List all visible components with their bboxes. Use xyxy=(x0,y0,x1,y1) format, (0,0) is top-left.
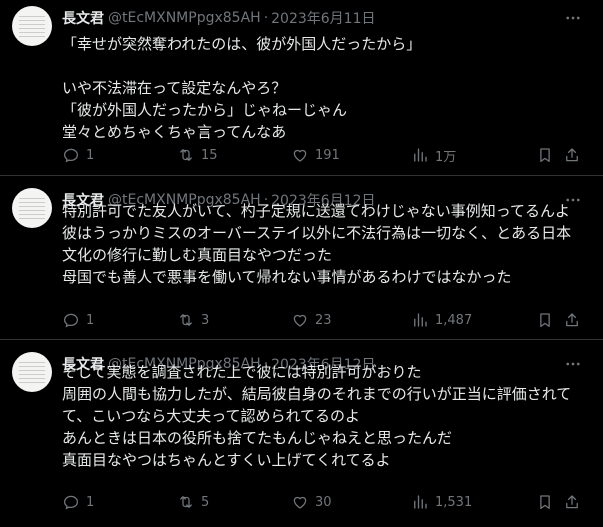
avatar-image xyxy=(19,197,45,219)
tweet-text-line: 堂々とめちゃくちゃ言ってんなあ xyxy=(62,123,287,141)
retweet-count: 15 xyxy=(201,147,218,163)
avatar[interactable] xyxy=(12,188,52,228)
reply-button[interactable]: 1 xyxy=(62,145,94,165)
reply-icon xyxy=(63,313,79,328)
like-count: 191 xyxy=(315,147,340,163)
tweet-text: そして実態を調査された上で彼には特別許可がおりた 周囲の人間も協力したが、結局彼… xyxy=(62,361,592,471)
reply-count: 1 xyxy=(86,147,95,163)
like-count: 30 xyxy=(315,494,332,510)
tweet-text-line: て、こいつなら大丈夫って認められてるのよ xyxy=(62,407,361,425)
view-count: 1,487 xyxy=(435,312,473,328)
bookmark-icon xyxy=(540,313,550,328)
retweet-button[interactable]: 3 xyxy=(177,310,209,330)
tweet-text-line: 周囲の人間も協力したが、結局彼自身のそれまでの行いが正当に評価されて xyxy=(62,385,572,403)
reply-icon xyxy=(63,495,79,510)
reply-count: 1 xyxy=(86,494,95,510)
bookmark-icon xyxy=(540,148,550,163)
tweet[interactable]: 長文君 @tEcMXNMPpgx85AH · 2023年6月12日 そして実態を… xyxy=(0,340,603,527)
like-count: 23 xyxy=(315,312,332,328)
views-button[interactable]: 1,487 xyxy=(411,310,472,330)
bookmark-button[interactable] xyxy=(536,492,554,512)
tweet-text-line: 「幸せが突然奪われたのは、彼が外国人だったから」 xyxy=(62,35,422,53)
share-icon xyxy=(566,495,578,509)
reply-icon xyxy=(63,148,79,163)
views-button[interactable]: 1万 xyxy=(411,145,456,165)
retweet-button[interactable]: 5 xyxy=(177,492,209,512)
retweet-count: 3 xyxy=(201,312,210,328)
tweet-text-line: 彼はうっかりミスのオーバーステイ以外に不法行為は一切なく、とある日本 xyxy=(62,224,572,242)
bookmark-button[interactable] xyxy=(536,145,554,165)
avatar-image xyxy=(19,15,45,37)
retweet-button[interactable]: 15 xyxy=(177,145,218,165)
tweet[interactable]: 長文君 @tEcMXNMPpgx85AH · 2023年6月12日 特別許可でた… xyxy=(0,176,603,340)
heart-icon xyxy=(293,314,307,327)
share-button[interactable] xyxy=(563,310,581,330)
share-button[interactable] xyxy=(563,145,581,165)
reply-button[interactable]: 1 xyxy=(62,492,94,512)
share-button[interactable] xyxy=(563,492,581,512)
tweet-text: 特別許可でた友人がいて、杓子定規に送還てわけじゃない事例知ってるんよ 彼はうっか… xyxy=(62,200,592,288)
tweet-text-line: 真面目なやつはちゃんとすくい上げてくれてるよ xyxy=(62,451,391,469)
separator-dot: · xyxy=(263,10,269,26)
tweet-date[interactable]: 2023年6月11日 xyxy=(271,8,375,28)
views-chart-icon xyxy=(414,495,427,509)
views-chart-icon xyxy=(414,148,427,162)
tweet-header: 長文君 @tEcMXNMPpgx85AH · 2023年6月11日 xyxy=(62,8,376,28)
timeline: 長文君 @tEcMXNMPpgx85AH · 2023年6月11日 「幸せが突然… xyxy=(0,0,603,527)
tweet-text: 「幸せが突然奪われたのは、彼が外国人だったから」 いや不法滞在って設定なんやろ？… xyxy=(62,33,592,143)
retweet-icon xyxy=(180,496,192,508)
more-horizontal-icon xyxy=(566,16,580,20)
reply-count: 1 xyxy=(86,312,95,328)
like-button[interactable]: 23 xyxy=(291,310,332,330)
more-options-button[interactable] xyxy=(563,8,583,28)
tweet-text-line: 特別許可でた友人がいて、杓子定規に送還てわけじゃない事例知ってるんよ xyxy=(62,202,571,220)
tweet-text-line: 母国でも善人で悪事を働いて帰れない事情があるわけではなかった xyxy=(62,268,512,286)
reply-button[interactable]: 1 xyxy=(62,310,94,330)
retweet-icon xyxy=(180,149,192,161)
author-name[interactable]: 長文君 xyxy=(62,8,104,28)
share-icon xyxy=(566,313,578,327)
heart-icon xyxy=(293,149,307,162)
bookmark-button[interactable] xyxy=(536,310,554,330)
avatar[interactable] xyxy=(12,352,52,392)
views-chart-icon xyxy=(414,313,427,327)
tweet-actions: 1 5 30 1,531 xyxy=(62,492,590,512)
view-count: 1,531 xyxy=(435,494,473,510)
avatar[interactable] xyxy=(12,6,52,46)
share-icon xyxy=(566,148,578,162)
tweet-actions: 1 15 191 1万 xyxy=(62,145,590,165)
author-handle[interactable]: @tEcMXNMPpgx85AH xyxy=(108,10,261,26)
avatar-image xyxy=(19,361,45,383)
views-button[interactable]: 1,531 xyxy=(411,492,472,512)
tweet-actions: 1 3 23 1,487 xyxy=(62,310,590,330)
heart-icon xyxy=(293,496,307,509)
view-count: 1万 xyxy=(435,149,457,165)
tweet[interactable]: 長文君 @tEcMXNMPpgx85AH · 2023年6月11日 「幸せが突然… xyxy=(0,0,603,176)
tweet-text-line: いや不法滞在って設定なんやろ？ xyxy=(62,79,287,97)
tweet-text-line: そして実態を調査された上で彼には特別許可がおりた xyxy=(62,363,422,381)
retweet-icon xyxy=(180,314,192,326)
retweet-count: 5 xyxy=(201,494,210,510)
tweet-text-line: 文化の修行に勤しむ真面目なやつだった xyxy=(62,246,333,264)
like-button[interactable]: 191 xyxy=(291,145,340,165)
tweet-text-line xyxy=(62,55,592,77)
tweet-text-line: あんときは日本の役所も捨てたもんじゃねえと思ったんだ xyxy=(62,429,453,447)
bookmark-icon xyxy=(540,495,550,510)
tweet-text-line: 「彼が外国人だったから」じゃねーじゃん xyxy=(62,101,348,119)
like-button[interactable]: 30 xyxy=(291,492,332,512)
